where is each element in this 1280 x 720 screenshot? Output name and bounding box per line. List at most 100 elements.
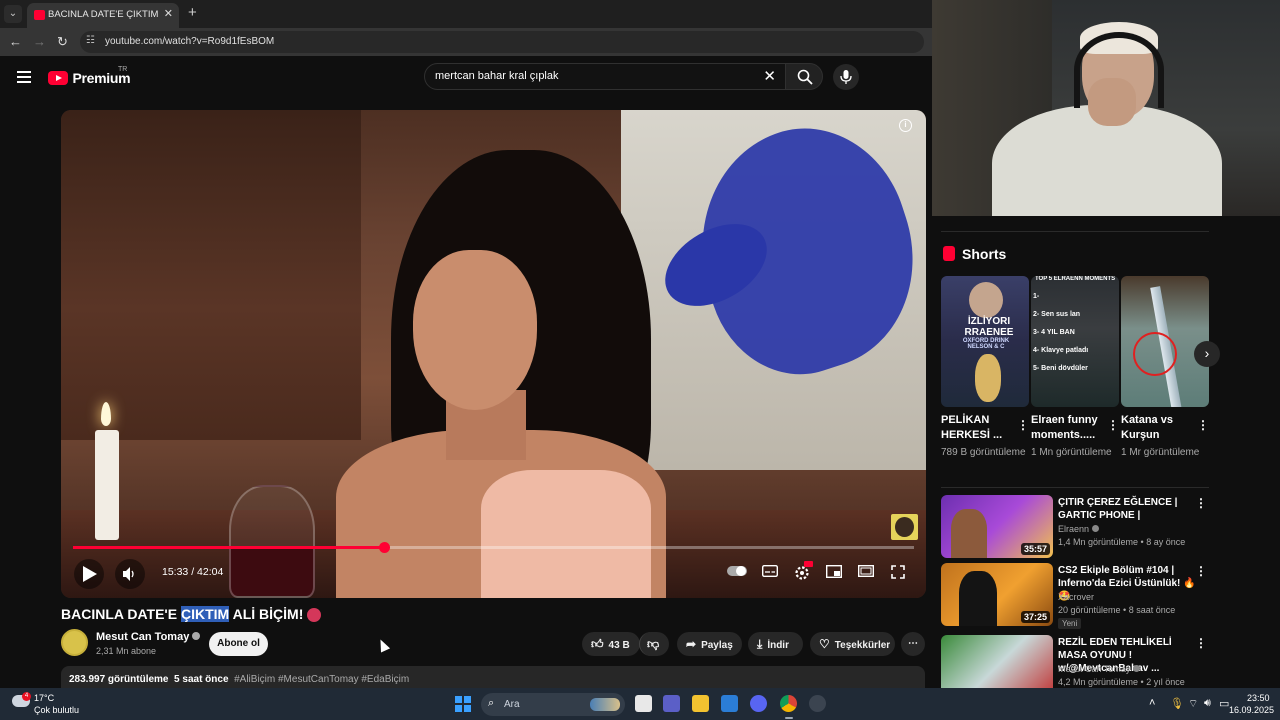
video-title[interactable]: ÇITIR ÇEREZ EĞLENCE | GARTIC PHONE | [1058,496,1196,522]
volume-icon[interactable]: 🔊︎ [1204,697,1211,710]
theater-mode-button[interactable] [856,564,876,581]
short-menu-icon[interactable]: ⋮ [1107,418,1119,432]
hashtags[interactable]: #AliBiçim #MesutCanTomay #EdaBiçim [234,674,409,685]
time-display: 15:33 / 42:04 [162,566,224,578]
play-icon [83,566,97,582]
windows-start-icon[interactable] [455,696,471,712]
youtube-premium-logo[interactable]: Premium TR [48,66,131,87]
weather-description[interactable]: Çok bulutlu [34,705,79,715]
chrome-icon[interactable] [780,695,797,712]
video-menu-icon[interactable]: ⋮ [1195,496,1207,510]
info-icon[interactable]: i [899,119,912,132]
short-menu-icon[interactable]: ⋮ [1017,418,1029,432]
battery-icon[interactable]: ▭ [1219,697,1229,710]
taskbar-search[interactable]: ⌕ Ara [481,693,625,716]
description-meta: 283.997 görüntüleme 5 saat önce #AliBiçi… [69,674,409,685]
video-title-end: ALİ BİÇİM! [229,606,304,622]
subscribe-button[interactable]: Abone ol [209,632,268,656]
recommended-video[interactable]: 35:57 ÇITIR ÇEREZ EĞLENCE | GARTIC PHONE… [941,495,1209,559]
download-button[interactable]: ⤓ İndir [748,632,803,656]
teams-icon[interactable] [663,695,680,712]
settings-button[interactable] [792,561,813,581]
windows-taskbar: 4 17°C Çok bulutlu ⌕ Ara ˄ 🎙︎ ⌔ 🔊︎ ▭ 23:… [0,688,1280,720]
discord-icon[interactable] [750,695,767,712]
reload-icon[interactable]: ↻ [57,34,68,50]
new-tab-button[interactable]: + [188,4,197,21]
channel-name[interactable]: Xacrover [1058,592,1094,602]
play-button[interactable] [74,559,104,589]
webcam-overlay [932,0,1280,216]
channel-row[interactable]: Mesut Can Tomay [1058,664,1141,674]
progress-bar[interactable] [73,542,914,553]
publish-time: 5 saat önce [174,674,229,685]
channel-row[interactable]: Elraenn [1058,524,1100,534]
mute-button[interactable] [115,559,145,589]
clear-search-icon[interactable]: ✕ [763,67,776,85]
menu-icon[interactable] [17,71,31,86]
thanks-button[interactable]: ♡ Teşekkürler [810,632,895,656]
search-button[interactable] [785,63,823,90]
video-menu-icon[interactable]: ⋮ [1195,636,1207,650]
autoplay-toggle[interactable] [727,565,747,581]
browser-tab-active[interactable]: BACINLA DATE'E ÇIKTIM ALİ BİÇİ ✕ [27,3,179,28]
short-title[interactable]: Katana vs Kurşun [1121,413,1193,443]
back-icon[interactable]: ← [9,34,22,49]
tab-close-icon[interactable]: ✕ [164,7,173,20]
miniplayer-button[interactable] [824,564,844,581]
search-input[interactable]: mertcan bahar kral çıplak ✕ [424,63,786,90]
view-count: 283.997 görüntüleme [69,674,169,685]
chevron-up-icon[interactable]: ˄ [1149,697,1155,709]
short-thumb-list-item: 2- Sen sus lan [1033,311,1081,318]
thanks-icon: ♡ [819,637,830,651]
video-thumbnail[interactable] [941,635,1053,688]
task-view-icon[interactable] [635,695,652,712]
volume-icon [123,567,134,581]
weather-temperature[interactable]: 17°C [34,693,54,703]
short-card[interactable]: Katana vs Kurşun ⋮ 1 Mr görüntüleme [1121,276,1209,458]
channel-avatar[interactable] [61,629,88,656]
voice-search-button[interactable] [833,64,859,90]
browser-tabstrip: ⌄ BACINLA DATE'E ÇIKTIM ALİ BİÇİ ✕ + [0,0,932,28]
short-thumbnail[interactable]: İZLİYORI RRAENEE OXFORD DRINK NELSON & C [941,276,1029,407]
channel-name-row[interactable]: Mesut Can Tomay [96,631,201,643]
clock-time[interactable]: 23:50 [1247,693,1270,703]
video-thumbnail[interactable]: 35:57 [941,495,1053,558]
short-thumbnail[interactable]: TOP 5 ELRAENN MOMENTS 1- 2- Sen sus lan … [1031,276,1119,407]
short-card[interactable]: TOP 5 ELRAENN MOMENTS 1- 2- Sen sus lan … [1031,276,1119,458]
verified-icon [1133,665,1141,672]
video-menu-icon[interactable]: ⋮ [1195,564,1207,578]
channel-name: Mesut Can Tomay [1058,664,1131,674]
short-title[interactable]: Elraen funny moments..... [1031,413,1103,443]
shorts-next-button[interactable]: › [1194,341,1220,367]
recommended-video[interactable]: REZİL EDEN TEHLİKELİ MASA OYUNU ! w/@Mev… [941,635,1209,688]
file-explorer-icon[interactable] [692,695,709,712]
short-card[interactable]: İZLİYORI RRAENEE OXFORD DRINK NELSON & C… [941,276,1029,458]
tab-search-menu-icon[interactable]: ⌄ [4,5,22,23]
photos-icon[interactable] [721,695,738,712]
clock-date[interactable]: 16.09.2025 [1229,705,1274,715]
video-thumbnail[interactable]: 37:25 [941,563,1053,626]
short-menu-icon[interactable]: ⋮ [1197,418,1209,432]
autoplay-icon [727,566,747,576]
dislike-button[interactable]: 👎︎ [639,632,669,656]
hd-badge-icon [804,561,813,567]
site-info-icon[interactable]: ☷ [86,35,95,46]
microphone-icon[interactable]: 🎙︎ [1170,697,1184,710]
recommended-video[interactable]: 37:25 CS2 Ekiple Bölüm #104 | Inferno'da… [941,563,1209,629]
like-button[interactable]: 👍︎ 43 B [582,632,640,656]
more-actions-button[interactable]: ⋯ [901,632,925,656]
channel-watermark[interactable] [891,514,918,540]
fullscreen-button[interactable] [888,565,908,581]
subtitles-button[interactable] [760,564,780,581]
wifi-icon[interactable]: ⌔ [1188,697,1198,711]
short-thumbnail[interactable] [1121,276,1209,407]
video-player[interactable]: i 15:33 / 42:04 [61,110,926,598]
progress-played [73,546,385,549]
taskbar-search-label: Ara [504,699,520,710]
address-bar[interactable]: ☷ youtube.com/watch?v=Ro9d1fEsBOM [80,31,924,53]
forward-icon[interactable]: → [33,34,46,49]
search-query: mertcan bahar kral çıplak [435,70,559,82]
short-title[interactable]: PELİKAN HERKESİ ... [941,413,1013,443]
steam-icon[interactable] [809,695,826,712]
share-button[interactable]: ➦ Paylaş [677,632,742,656]
